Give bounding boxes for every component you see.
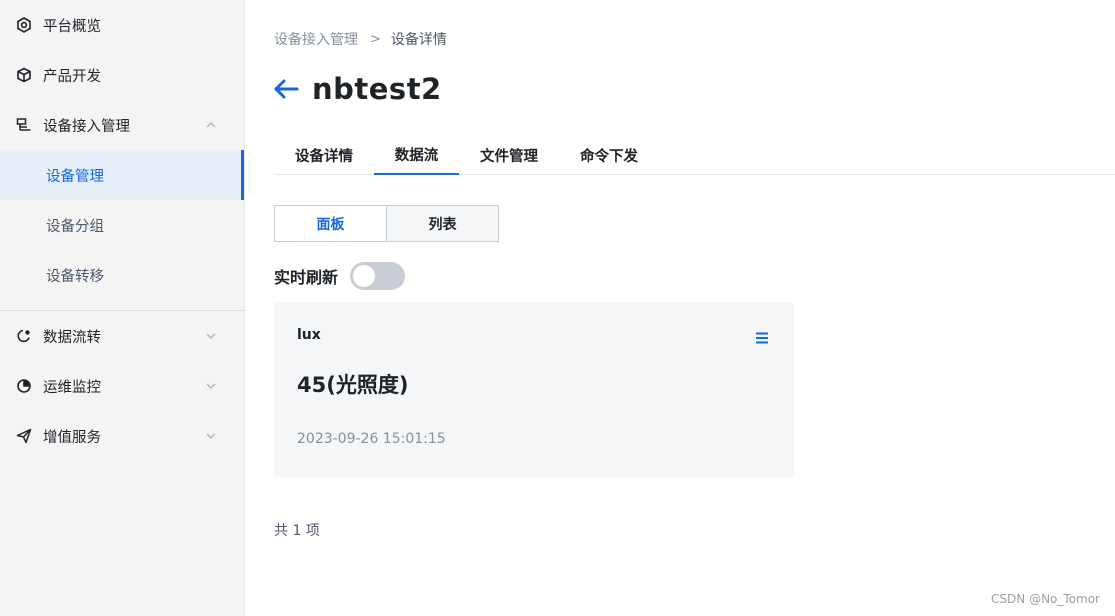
tab-label: 命令下发: [580, 149, 638, 165]
sidebar-subitem-label: 设备分组: [46, 218, 104, 235]
sidebar-subitem-device-group[interactable]: 设备分组: [0, 200, 244, 250]
send-plane-icon: [15, 427, 33, 445]
ops-monitor-icon: [15, 377, 33, 395]
card-stream-name: lux: [297, 327, 321, 343]
sidebar-item-label: 运维监控: [43, 379, 101, 396]
sidebar: 平台概览 产品开发 设备接入管理 设备管理 设备分组 设备转移 数据流转 运维监…: [0, 0, 245, 616]
sidebar-item-value-added[interactable]: 增值服务: [0, 411, 244, 461]
back-arrow-icon[interactable]: [273, 76, 299, 102]
sidebar-item-label: 增值服务: [43, 429, 101, 446]
realtime-refresh-row: 实时刷新: [274, 262, 406, 290]
breadcrumb: 设备接入管理 > 设备详情: [274, 29, 447, 49]
sidebar-subitem-label: 设备转移: [46, 268, 104, 285]
sidebar-item-platform-overview[interactable]: 平台概览: [0, 0, 244, 50]
chevron-up-icon: [203, 117, 219, 133]
watermark: CSDN @No_Tomor: [991, 592, 1100, 606]
sidebar-item-data-flow[interactable]: 数据流转: [0, 311, 244, 361]
tab-label: 数据流: [394, 148, 439, 164]
page-title: nbtest2: [312, 72, 442, 106]
menu-icon[interactable]: [754, 330, 770, 346]
product-cube-icon: [15, 66, 33, 84]
title-row: nbtest2: [273, 72, 442, 106]
tab-label: 文件管理: [480, 149, 538, 165]
chevron-down-icon: [203, 378, 219, 394]
breadcrumb-current: 设备详情: [390, 32, 447, 48]
sidebar-subitem-label: 设备管理: [46, 168, 104, 185]
chevron-down-icon: [203, 328, 219, 344]
tab-file-management[interactable]: 文件管理: [459, 136, 559, 175]
tab-label: 设备详情: [295, 149, 353, 165]
tab-bar: 设备详情 数据流 文件管理 命令下发: [274, 136, 1115, 175]
tab-command-dispatch[interactable]: 命令下发: [559, 136, 659, 175]
list-view-button[interactable]: 列表: [386, 206, 498, 241]
tab-data-stream[interactable]: 数据流: [374, 136, 459, 175]
platform-overview-icon: [15, 16, 33, 34]
sidebar-item-product-dev[interactable]: 产品开发: [0, 50, 244, 100]
main-content: 设备接入管理 > 设备详情 nbtest2 设备详情 数据流 文件管理 命令下发…: [245, 0, 1115, 616]
sidebar-item-label: 平台概览: [43, 18, 101, 35]
card-stream-timestamp: 2023-09-26 15:01:15: [297, 431, 446, 447]
sidebar-item-label: 产品开发: [43, 68, 101, 85]
sidebar-item-ops-monitor[interactable]: 运维监控: [0, 361, 244, 411]
device-access-icon: [15, 116, 33, 134]
breadcrumb-separator: >: [370, 31, 381, 47]
sidebar-item-label: 数据流转: [43, 329, 101, 346]
toggle-knob: [353, 265, 376, 287]
view-toggle: 面板 列表: [274, 205, 499, 242]
data-flow-icon: [15, 327, 33, 345]
realtime-refresh-label: 实时刷新: [274, 268, 339, 287]
total-count: 共 1 项: [274, 523, 320, 539]
card-stream-value: 45(光照度): [297, 373, 409, 397]
sidebar-item-label: 设备接入管理: [43, 118, 130, 135]
sidebar-item-device-access[interactable]: 设备接入管理: [0, 100, 244, 150]
data-stream-card: lux 45(光照度) 2023-09-26 15:01:15: [274, 302, 794, 477]
breadcrumb-parent-link[interactable]: 设备接入管理: [274, 29, 358, 49]
sidebar-subitem-device-transfer[interactable]: 设备转移: [0, 250, 244, 300]
realtime-refresh-toggle[interactable]: [350, 262, 406, 290]
panel-view-button[interactable]: 面板: [275, 206, 386, 241]
chevron-down-icon: [203, 428, 219, 444]
tab-device-details[interactable]: 设备详情: [274, 136, 374, 175]
sidebar-subitem-device-management[interactable]: 设备管理: [0, 150, 244, 200]
